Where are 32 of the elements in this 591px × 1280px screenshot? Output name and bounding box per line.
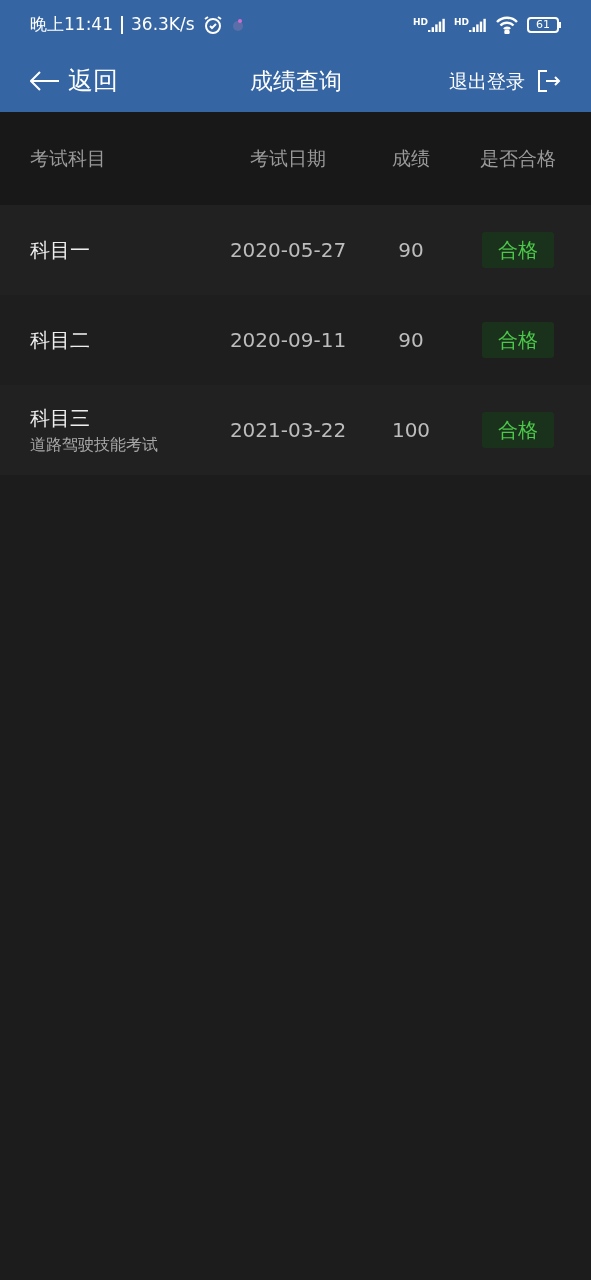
hd-label: HD [454, 18, 469, 27]
hd-label: HD [412, 18, 428, 27]
alarm-clock-icon [202, 15, 223, 35]
score: 90 [397, 237, 425, 264]
result-badge: 合格 [481, 322, 554, 358]
logout-button[interactable]: 退出登录 [421, 66, 561, 96]
exam-date: 2020-05-27 [228, 237, 348, 264]
signal-icon [428, 18, 446, 32]
result-badge: 合格 [481, 232, 554, 268]
status-time: 晚上11:41 [30, 13, 113, 37]
wifi-icon [495, 16, 519, 34]
column-header: 考试科目 [29, 146, 107, 172]
signal-icon [469, 18, 487, 32]
subject-name: 科目三 [30, 405, 91, 432]
back-arrow-icon [30, 71, 60, 91]
result-badge: 合格 [481, 412, 554, 448]
score: 90 [397, 327, 425, 354]
network-speed: 36.3K/s [131, 13, 195, 37]
battery-icon: 61 [527, 17, 561, 33]
subject-name: 科目一 [30, 237, 91, 264]
subject-description: 道路驾驶技能考试 [30, 434, 159, 456]
exam-date: 2021-03-22 [228, 417, 348, 444]
subject-name: 科目二 [30, 327, 91, 354]
column-header: 成绩 [391, 146, 431, 172]
logout-icon [537, 69, 561, 93]
exam-date: 2020-09-11 [228, 327, 348, 354]
column-header: 是否合格 [478, 146, 557, 172]
column-header: 考试日期 [249, 146, 327, 172]
back-button[interactable]: 返回 [30, 62, 170, 100]
app-icon [230, 18, 245, 32]
score: 100 [390, 417, 432, 444]
page-title: 成绩查询 [248, 66, 343, 96]
